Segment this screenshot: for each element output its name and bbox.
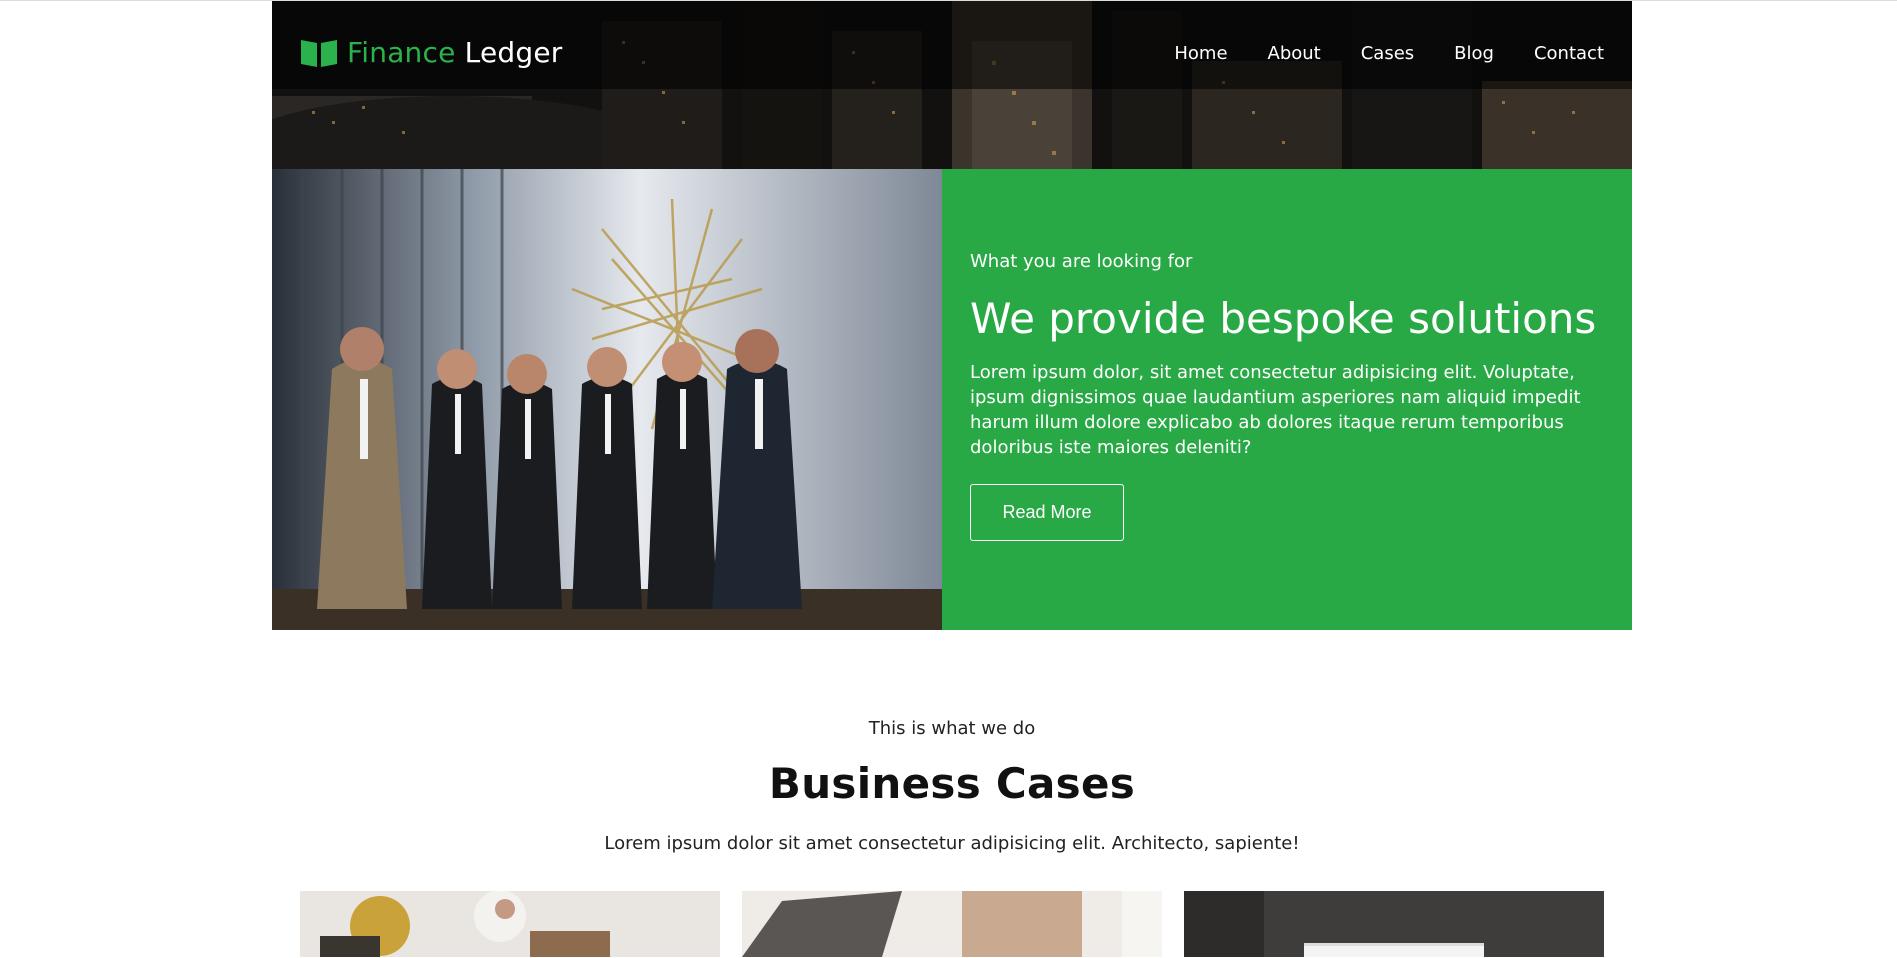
case-card-1-image[interactable] — [300, 891, 720, 957]
cases-eyebrow: This is what we do — [868, 718, 1036, 739]
hero-section: What you are looking for We provide besp… — [272, 169, 1632, 630]
case-card-3-image[interactable] — [1184, 891, 1604, 957]
nav-link-home[interactable]: Home — [1174, 43, 1227, 64]
logo-text-ledger: Ledger — [464, 36, 563, 69]
case-card-2-image[interactable] — [742, 891, 1162, 957]
hero-body-text: Lorem ipsum dolor, sit amet consectetur … — [970, 362, 1581, 458]
hero-eyebrow: What you are looking for — [970, 251, 1193, 272]
nav-link-blog[interactable]: Blog — [1454, 43, 1494, 64]
case-cards — [300, 891, 1604, 957]
business-cases-section: This is what we do Business Cases Lorem … — [272, 630, 1632, 957]
site-logo[interactable]: Finance Ledger — [299, 35, 562, 71]
hero-panel: What you are looking for We provide besp… — [942, 169, 1632, 630]
team-photo-image — [272, 169, 942, 630]
cases-subtitle: Lorem ipsum dolor sit amet consectetur a… — [604, 833, 1300, 854]
read-more-button[interactable]: Read More — [970, 484, 1124, 541]
nav-link-about[interactable]: About — [1268, 43, 1321, 64]
logo-text: Finance Ledger — [347, 35, 562, 71]
logo-text-finance: Finance — [347, 36, 456, 69]
cases-title: Business Cases — [768, 759, 1136, 808]
main-nav: Home About Cases Blog Contact — [1134, 43, 1604, 64]
nav-link-contact[interactable]: Contact — [1534, 43, 1604, 64]
team-photo — [272, 169, 942, 630]
page-container: Finance Ledger Home About Cases Blog Con… — [272, 1, 1632, 957]
nav-link-cases[interactable]: Cases — [1361, 43, 1414, 64]
open-book-icon — [301, 40, 337, 67]
hero-headline: We provide bespoke solutions — [970, 294, 1597, 343]
site-header: Finance Ledger Home About Cases Blog Con… — [272, 1, 1632, 169]
